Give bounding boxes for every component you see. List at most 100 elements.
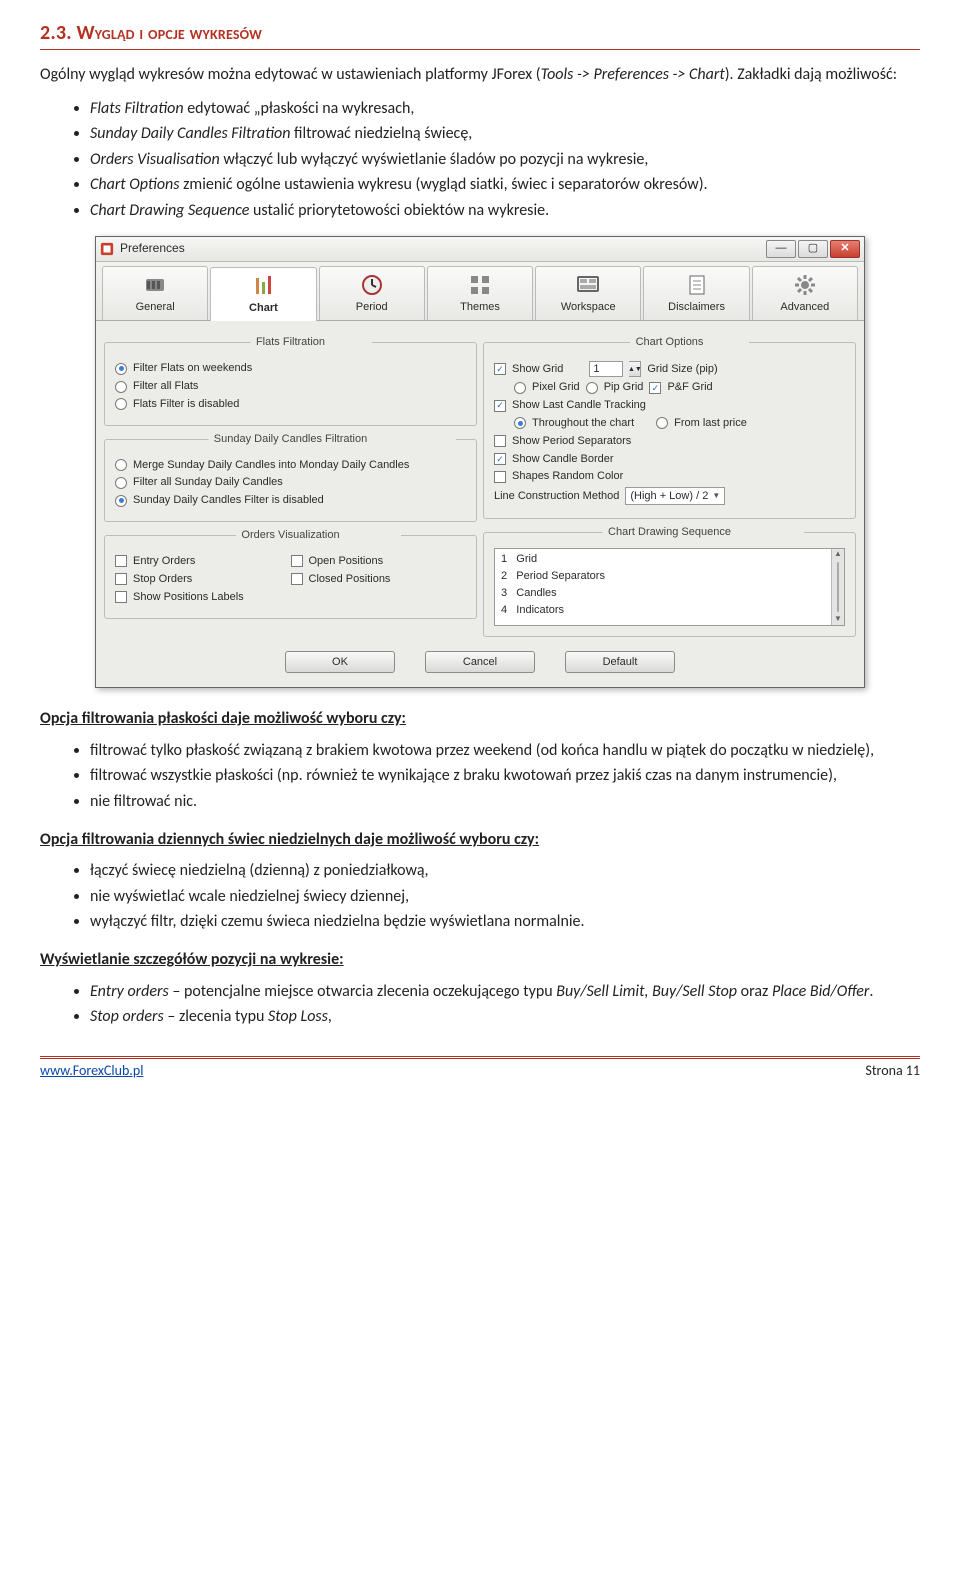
term: Chart Options — [90, 175, 179, 194]
flats-filtration-group: Flats Filtration Filter Flats on weekend… — [104, 335, 477, 425]
sub3-bullets: Entry orders – potencjalne miejsce otwar… — [90, 981, 920, 1028]
check-show-grid[interactable]: ✓ — [494, 363, 506, 375]
radio-pixel-grid[interactable] — [514, 382, 526, 394]
group-legend: Orders Visualization — [235, 528, 345, 543]
radio-merge-sunday[interactable] — [115, 459, 127, 471]
txt: . — [869, 982, 873, 1001]
check-label: Show Positions Labels — [133, 590, 244, 605]
radio-sunday-disabled[interactable] — [115, 495, 127, 507]
minimize-button[interactable]: — — [766, 240, 796, 258]
tab-label: General — [136, 301, 175, 313]
gear-icon — [141, 273, 169, 297]
tab-label: Workspace — [561, 301, 616, 313]
subhead-position-details: Wyświetlanie szczegółów pozycji na wykre… — [40, 949, 920, 971]
tab-disclaimers[interactable]: Disclaimers — [643, 266, 749, 321]
select-value: (High + Low) / 2 — [630, 489, 708, 504]
radio-label: Pip Grid — [604, 380, 644, 395]
tab-general[interactable]: General — [102, 266, 208, 321]
grid-size-input[interactable]: 1 — [589, 361, 623, 377]
dialog-footer: OK Cancel Default — [104, 643, 856, 679]
radio-filter-all-sunday[interactable] — [115, 477, 127, 489]
tab-advanced[interactable]: Advanced — [752, 266, 858, 321]
term: Stop Loss — [268, 1007, 328, 1026]
sub1-bullets: filtrować tylko płaskość związaną z brak… — [90, 740, 920, 813]
titlebar: Preferences — ▢ ✕ — [96, 237, 864, 262]
sequence-item[interactable]: 1 Grid — [501, 551, 825, 568]
sequence-item[interactable]: 2 Period Separators — [501, 568, 825, 585]
radio-label: Filter all Sunday Daily Candles — [133, 475, 283, 490]
page-footer: www.ForexClub.pl Strona 11 — [40, 1056, 920, 1081]
check-pf-grid[interactable]: ✓ — [649, 382, 661, 394]
default-button[interactable]: Default — [565, 651, 675, 673]
radio-throughout-chart[interactable] — [514, 417, 526, 429]
list-item: Orders Visualisation włączyć lub wyłączy… — [90, 149, 920, 171]
top-bullets: Flats Filtration edytować „płaskości na … — [90, 98, 920, 222]
term: Stop orders — [90, 1007, 164, 1026]
check-open-positions[interactable] — [291, 555, 303, 567]
check-entry-orders[interactable] — [115, 555, 127, 567]
grid-size-label: Grid Size (pip) — [647, 362, 717, 377]
intro-italic: Tools -> Preferences -> Chart — [541, 65, 725, 84]
orders-visualization-group: Orders Visualization Entry Orders Stop O… — [104, 528, 477, 618]
list-item: Stop orders – zlecenia typu Stop Loss, — [90, 1006, 920, 1028]
close-button[interactable]: ✕ — [830, 240, 860, 258]
check-closed-positions[interactable] — [291, 573, 303, 585]
cog-icon — [791, 273, 819, 297]
check-label: P&F Grid — [667, 380, 712, 395]
line-method-select[interactable]: (High + Low) / 2 ▼ — [625, 487, 725, 505]
term: Entry orders — [90, 982, 169, 1001]
list-item: Flats Filtration edytować „płaskości na … — [90, 98, 920, 120]
sunday-candles-group: Sunday Daily Candles Filtration Merge Su… — [104, 432, 477, 522]
list-item: filtrować wszystkie płaskości (np. równi… — [90, 765, 920, 787]
right-column: Chart Options ✓ Show Grid 1▲▼ Grid Size … — [483, 329, 856, 637]
prefs-body: Flats Filtration Filter Flats on weekend… — [96, 321, 864, 687]
check-period-separators[interactable] — [494, 435, 506, 447]
tab-period[interactable]: Period — [319, 266, 425, 321]
check-shapes-random[interactable] — [494, 471, 506, 483]
radio-filter-all-flats[interactable] — [115, 381, 127, 393]
page-number: Strona 11 — [865, 1062, 920, 1081]
list-item: Chart Drawing Sequence ustalić priorytet… — [90, 200, 920, 222]
check-label: Shapes Random Color — [512, 469, 623, 484]
desc: zmienić ogólne ustawienia wykresu (wyglą… — [179, 175, 707, 194]
left-column: Flats Filtration Filter Flats on weekend… — [104, 329, 477, 637]
window-title: Preferences — [120, 240, 766, 256]
radio-from-last-price[interactable] — [656, 417, 668, 429]
radio-filter-weekends[interactable] — [115, 363, 127, 375]
group-legend: Flats Filtration — [250, 335, 331, 350]
tab-workspace[interactable]: Workspace — [535, 266, 641, 321]
check-stop-orders[interactable] — [115, 573, 127, 585]
tab-label: Themes — [460, 301, 500, 313]
check-positions-labels[interactable] — [115, 591, 127, 603]
radio-label: Filter Flats on weekends — [133, 361, 252, 376]
radio-pip-grid[interactable] — [586, 382, 598, 394]
term: Buy/Sell Limit, Buy/Sell Stop — [556, 982, 737, 1001]
intro-paragraph: Ogólny wygląd wykresów można edytować w … — [40, 64, 920, 86]
footer-url[interactable]: www.ForexClub.pl — [40, 1062, 143, 1081]
scrollbar[interactable]: ▲▼ — [831, 549, 844, 625]
check-candle-border[interactable]: ✓ — [494, 453, 506, 465]
txt: – zlecenia typu — [164, 1007, 268, 1026]
scroll-thumb[interactable] — [837, 562, 839, 612]
tab-chart[interactable]: Chart — [210, 267, 316, 322]
check-label: Entry Orders — [133, 554, 195, 569]
list-item: łączyć świecę niedzielną (dzienną) z pon… — [90, 860, 920, 882]
sequence-list[interactable]: 1 Grid 2 Period Separators 3 Candles 4 I… — [494, 548, 845, 626]
desc: edytować „płaskości na wykresach, — [184, 99, 415, 118]
cancel-button[interactable]: Cancel — [425, 651, 535, 673]
spinner-icon[interactable]: ▲▼ — [629, 361, 641, 377]
check-last-candle-tracking[interactable]: ✓ — [494, 400, 506, 412]
sequence-item[interactable]: 4 Indicators — [501, 602, 825, 619]
list-item: Chart Options zmienić ogólne ustawienia … — [90, 174, 920, 196]
tab-themes[interactable]: Themes — [427, 266, 533, 321]
sequence-item[interactable]: 3 Candles — [501, 585, 825, 602]
list-item: nie filtrować nic. — [90, 791, 920, 813]
list-item: nie wyświetlać wcale niedzielnej świecy … — [90, 886, 920, 908]
check-label: Closed Positions — [309, 572, 391, 587]
chart-options-group: Chart Options ✓ Show Grid 1▲▼ Grid Size … — [483, 335, 856, 519]
maximize-button[interactable]: ▢ — [798, 240, 828, 258]
radio-flats-disabled[interactable] — [115, 398, 127, 410]
ok-button[interactable]: OK — [285, 651, 395, 673]
check-label: Show Period Separators — [512, 434, 631, 449]
clock-icon — [358, 273, 386, 297]
